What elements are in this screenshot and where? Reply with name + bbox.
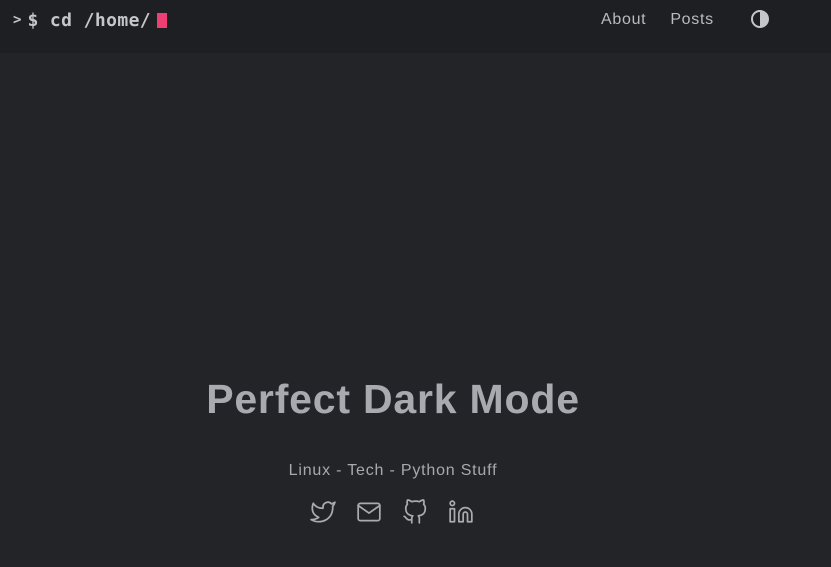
page: > $ cd /home/ About Posts Perfect Dark M… [0, 0, 831, 567]
prompt-symbol: > [13, 12, 22, 28]
twitter-link[interactable] [310, 499, 336, 525]
linkedin-icon [449, 500, 473, 523]
main-nav: About Posts [601, 9, 714, 31]
email-link[interactable] [356, 499, 382, 525]
hero-subtitle: Linux - Tech - Python Stuff [288, 462, 498, 479]
site-header: > $ cd /home/ About Posts [0, 0, 831, 53]
social-links [310, 499, 474, 525]
hero-title: Perfect Dark Mode [206, 376, 580, 422]
github-link[interactable] [402, 499, 428, 525]
nav-link-about[interactable]: About [601, 9, 646, 31]
logo-command-text: $ cd /home/ [27, 9, 152, 31]
site-logo[interactable]: > $ cd /home/ [13, 6, 168, 34]
linkedin-link[interactable] [448, 499, 474, 525]
mail-icon [357, 502, 381, 522]
github-icon [403, 499, 427, 524]
terminal-cursor [157, 13, 168, 28]
nav-link-posts[interactable]: Posts [670, 9, 714, 31]
twitter-icon [310, 501, 336, 523]
half-circle-contrast-icon [751, 10, 769, 28]
theme-toggle-button[interactable] [750, 9, 770, 29]
